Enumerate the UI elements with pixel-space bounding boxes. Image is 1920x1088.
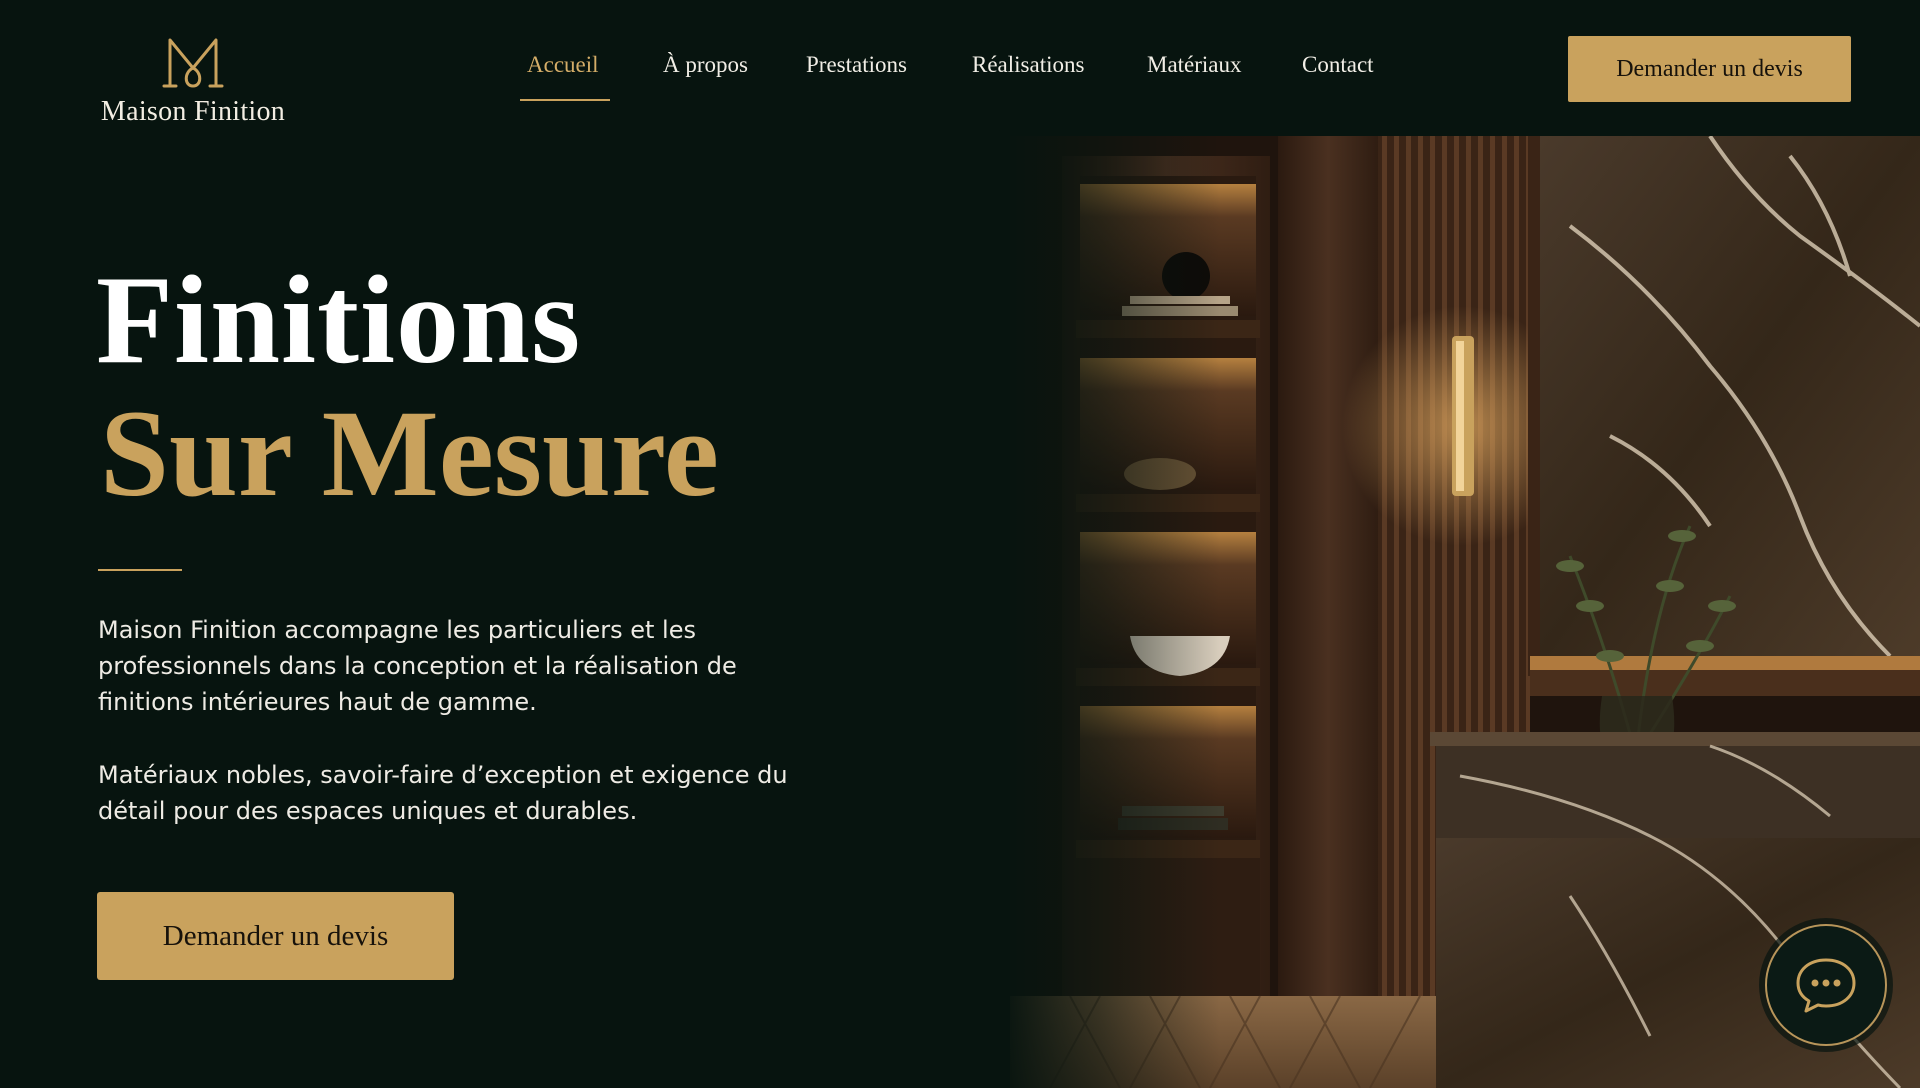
header-quote-button[interactable]: Demander un devis	[1568, 36, 1851, 102]
hero-title-line1: Finitions	[96, 251, 582, 390]
nav-item-realisations[interactable]: Réalisations	[972, 52, 1084, 92]
hero-secondary-paragraph: Matériaux nobles, savoir-faire d’excepti…	[98, 761, 788, 825]
nav-item-a-propos[interactable]: À propos	[663, 52, 748, 92]
nav-item-accueil[interactable]: Accueil	[527, 52, 599, 92]
hero-quote-button[interactable]: Demander un devis	[97, 892, 454, 980]
hero-intro-paragraph: Maison Finition accompagne les particuli…	[98, 616, 737, 716]
nav-item-prestations[interactable]: Prestations	[806, 52, 907, 92]
hero-divider	[98, 569, 182, 571]
nav-item-materiaux[interactable]: Matériaux	[1147, 52, 1242, 92]
monogram-mf-icon	[162, 38, 224, 88]
hero-title-line2: Sur Mesure	[100, 385, 719, 522]
nav-active-indicator	[520, 99, 610, 101]
nav-item-contact[interactable]: Contact	[1302, 52, 1374, 92]
brand-logo[interactable]: Maison Finition	[98, 34, 288, 128]
chat-bubble-icon	[1796, 958, 1856, 1013]
chat-button[interactable]	[1765, 924, 1887, 1046]
brand-name: Maison Finition	[100, 96, 286, 127]
hero-image-fade	[1000, 136, 1220, 1088]
